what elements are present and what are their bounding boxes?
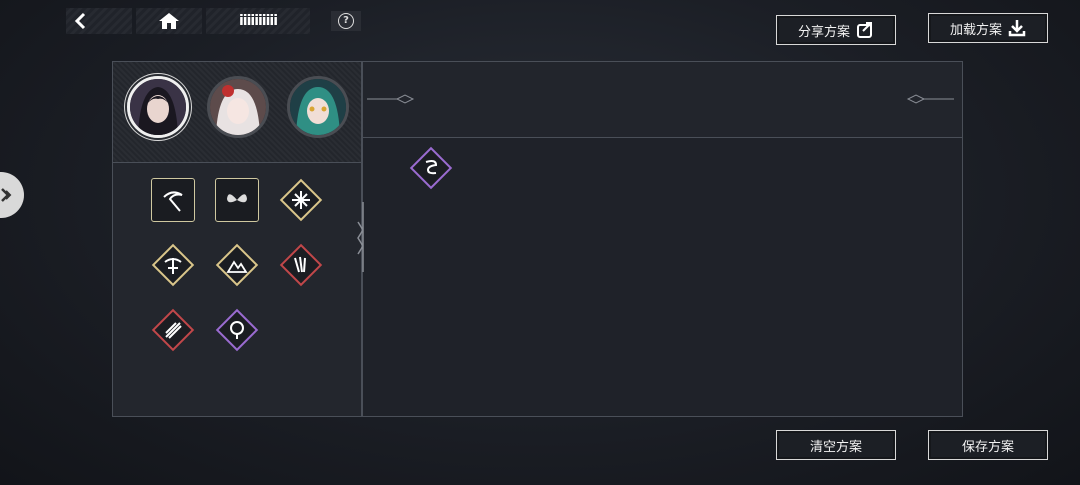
side-expand-button[interactable] bbox=[0, 172, 24, 218]
profile-name-label[interactable]: iiiiiiiiii bbox=[206, 8, 310, 34]
skill-2[interactable] bbox=[215, 178, 259, 222]
skill-frame bbox=[279, 178, 323, 222]
character-avatar-3[interactable] bbox=[287, 76, 349, 138]
skill-frame bbox=[409, 146, 453, 190]
skill-4[interactable] bbox=[151, 243, 195, 287]
home-icon bbox=[159, 13, 179, 29]
scythe-icon bbox=[163, 191, 183, 212]
skill-frame bbox=[215, 178, 259, 222]
slash-icon bbox=[165, 322, 182, 339]
ornament-left-icon bbox=[367, 94, 415, 104]
skill-frame bbox=[215, 243, 259, 287]
skill-grid bbox=[113, 163, 361, 417]
load-plan-button[interactable]: 加载方案 bbox=[928, 13, 1048, 43]
character-avatar-1[interactable] bbox=[127, 76, 189, 138]
plan-board-header bbox=[363, 62, 962, 138]
home-button[interactable] bbox=[136, 8, 202, 34]
character-selector bbox=[113, 62, 361, 163]
help-button[interactable]: ? bbox=[331, 11, 361, 31]
panel-divider-ornament bbox=[357, 202, 364, 272]
skill-3[interactable] bbox=[279, 178, 323, 222]
skill-frame bbox=[151, 308, 195, 352]
butterfly-icon bbox=[227, 194, 247, 203]
clear-plan-label: 清空方案 bbox=[809, 439, 862, 455]
back-arrow-icon bbox=[74, 12, 86, 30]
share-icon bbox=[857, 22, 872, 38]
load-plan-label: 加载方案 bbox=[949, 22, 1002, 38]
dragon-icon bbox=[425, 160, 438, 175]
skill-7[interactable] bbox=[151, 308, 195, 352]
skill-frame bbox=[215, 308, 259, 352]
equipped-skill-slot[interactable] bbox=[409, 146, 453, 190]
crossbow-icon bbox=[164, 258, 182, 274]
help-icon: ? bbox=[338, 13, 354, 29]
share-plan-button[interactable]: 分享方案 bbox=[776, 15, 896, 45]
orb-icon bbox=[230, 321, 244, 339]
save-plan-button[interactable]: 保存方案 bbox=[928, 430, 1048, 460]
skill-frame bbox=[151, 178, 195, 222]
download-icon bbox=[1008, 20, 1026, 37]
character-portrait-white-hair bbox=[210, 79, 266, 135]
claws-icon bbox=[294, 256, 306, 273]
save-plan-label: 保存方案 bbox=[961, 439, 1014, 455]
top-nav-bar: iiiiiiiiii bbox=[66, 8, 310, 34]
plan-board bbox=[357, 61, 963, 417]
clear-plan-button[interactable]: 清空方案 bbox=[776, 430, 896, 460]
skill-frame bbox=[151, 243, 195, 287]
character-avatar-2[interactable] bbox=[207, 76, 269, 138]
character-portrait-dark-hair bbox=[130, 79, 186, 135]
double-chevron-icon bbox=[1, 188, 12, 202]
back-button[interactable] bbox=[66, 8, 132, 34]
skill-6[interactable] bbox=[279, 243, 323, 287]
skill-8[interactable] bbox=[215, 308, 259, 352]
skill-1[interactable] bbox=[151, 178, 195, 222]
skill-frame bbox=[279, 243, 323, 287]
character-skill-panel bbox=[112, 61, 362, 417]
mountain-icon bbox=[226, 260, 248, 273]
character-portrait-green-hair bbox=[290, 79, 346, 135]
share-plan-label: 分享方案 bbox=[797, 24, 850, 40]
burst-icon bbox=[292, 191, 310, 209]
ornament-right-icon bbox=[906, 94, 954, 104]
skill-5[interactable] bbox=[215, 243, 259, 287]
